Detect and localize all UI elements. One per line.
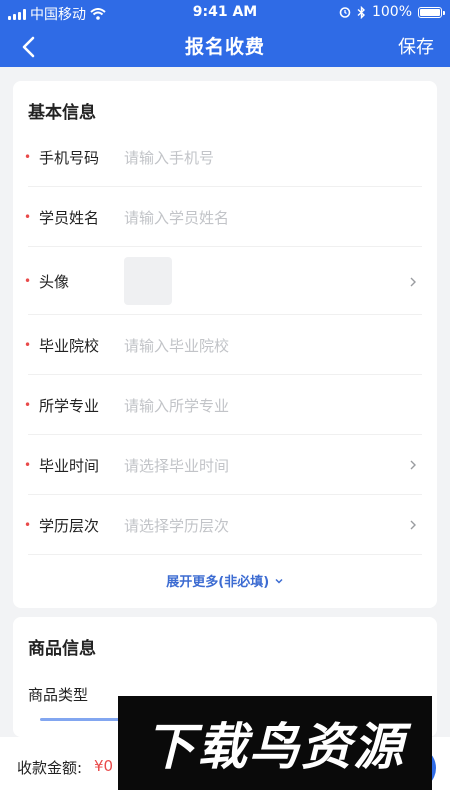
alarm-icon [339, 7, 351, 18]
school-input[interactable]: 请输入毕业院校 [124, 335, 229, 356]
basic-info-title: 基本信息 [28, 103, 96, 123]
watermark-text: 下载鸟资源 [145, 718, 405, 776]
field-label: 头像 [39, 273, 70, 291]
field-label: 毕业时间 [39, 457, 100, 475]
bluetooth-icon [357, 5, 365, 19]
required-marker: • [24, 150, 32, 164]
avatar[interactable] [124, 257, 172, 305]
phone-input[interactable]: 请输入手机号 [124, 147, 214, 168]
field-school[interactable]: • 毕业院校 请输入毕业院校 [24, 315, 422, 375]
required-marker: • [24, 398, 32, 412]
amount-value: ¥0 [94, 757, 114, 775]
watermark-overlay: 下载鸟资源 [118, 696, 432, 790]
battery-percent: 100% [371, 4, 412, 20]
field-label: 毕业院校 [39, 337, 100, 355]
field-student-name[interactable]: • 学员姓名 请输入学员姓名 [24, 187, 422, 247]
app-header: 中国移动 9:41 AM 100% 报名收费 保存 [0, 0, 450, 67]
student-name-input[interactable]: 请输入学员姓名 [124, 207, 229, 228]
field-avatar[interactable]: • 头像 [24, 247, 422, 315]
graduation-time-select[interactable]: 请选择毕业时间 [124, 455, 229, 476]
save-button[interactable]: 保存 [398, 33, 434, 59]
amount-label: 收款金额: [17, 759, 83, 777]
product-type-label: 商品类型 [28, 686, 89, 704]
page-title: 报名收费 [184, 36, 265, 58]
field-major[interactable]: • 所学专业 请输入所学专业 [24, 375, 422, 435]
chevron-right-icon [410, 277, 416, 287]
navigation-bar: 报名收费 保存 [0, 26, 450, 67]
field-label: 学历层次 [39, 517, 100, 535]
status-right: 100% [339, 4, 445, 20]
expand-more-button[interactable]: 展开更多(非必填) [13, 571, 437, 590]
education-level-select[interactable]: 请选择学历层次 [124, 515, 229, 536]
chevron-down-icon [275, 578, 283, 584]
chevron-right-icon [410, 460, 416, 470]
required-marker: • [24, 210, 32, 224]
product-info-title: 商品信息 [28, 639, 96, 659]
field-label: 手机号码 [39, 149, 100, 167]
field-phone[interactable]: • 手机号码 请输入手机号 [24, 127, 422, 187]
required-marker: • [24, 338, 32, 352]
basic-info-card: 基本信息 • 手机号码 请输入手机号 • 学员姓名 请输入学员姓名 • 头像 •… [13, 81, 437, 608]
field-label: 所学专业 [39, 397, 100, 415]
required-marker: • [24, 274, 32, 288]
field-label: 学员姓名 [39, 209, 100, 227]
major-input[interactable]: 请输入所学专业 [124, 395, 229, 416]
battery-icon [418, 6, 445, 18]
field-education-level[interactable]: • 学历层次 请选择学历层次 [24, 495, 422, 555]
required-marker: • [24, 518, 32, 532]
chevron-right-icon [410, 520, 416, 530]
status-bar: 中国移动 9:41 AM 100% [0, 0, 450, 26]
required-marker: • [24, 458, 32, 472]
expand-more-label: 展开更多(非必填) [166, 575, 270, 590]
field-graduation-time[interactable]: • 毕业时间 请选择毕业时间 [24, 435, 422, 495]
